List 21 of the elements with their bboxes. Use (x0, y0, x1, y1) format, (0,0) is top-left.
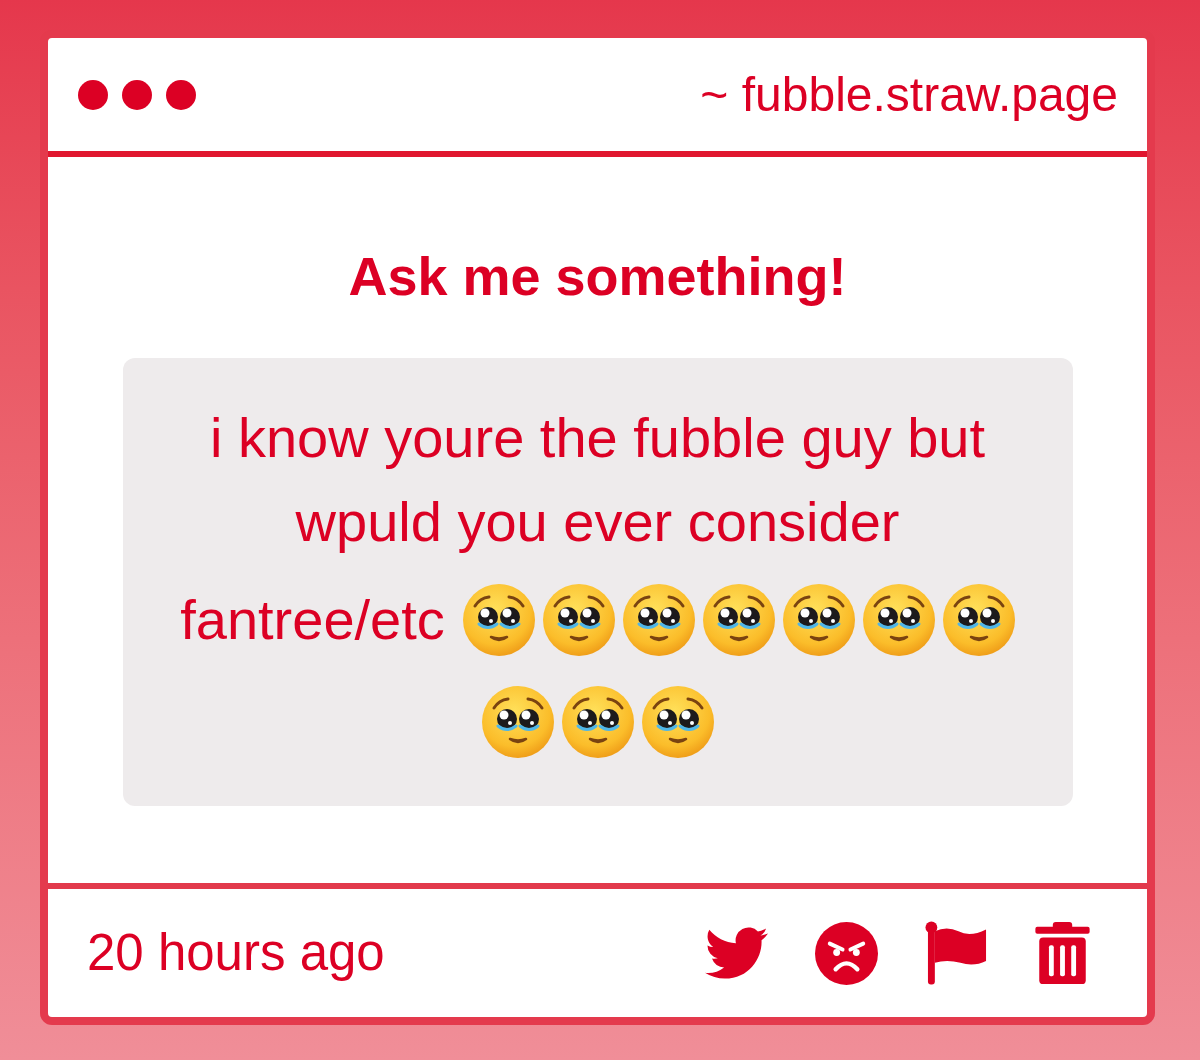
pleading-face-icon (702, 584, 775, 656)
timestamp: 20 hours ago (87, 924, 385, 982)
pleading-face-icon (561, 686, 634, 758)
question-text: fantree/etc (180, 587, 445, 653)
pleading-face-icon (942, 584, 1015, 656)
pleading-face-icon (542, 584, 615, 656)
site-address: ~ fubble.straw.page (700, 66, 1118, 123)
angry-face-icon[interactable] (815, 921, 878, 985)
window-dot-icon (78, 79, 108, 110)
pleading-face-icon (462, 584, 535, 656)
bird-icon[interactable] (705, 927, 768, 979)
pleading-face-icon (622, 584, 695, 656)
pleading-face-icon (862, 584, 935, 656)
pleading-face-icon (641, 686, 714, 758)
window-dot-icon (166, 79, 196, 110)
pleading-face-icon (782, 584, 855, 656)
pleading-face-icon (481, 686, 554, 758)
window-dot-icon (122, 79, 152, 110)
trash-icon[interactable] (1035, 922, 1090, 984)
prompt-title: Ask me something! (348, 245, 847, 307)
flag-icon[interactable] (925, 921, 988, 985)
